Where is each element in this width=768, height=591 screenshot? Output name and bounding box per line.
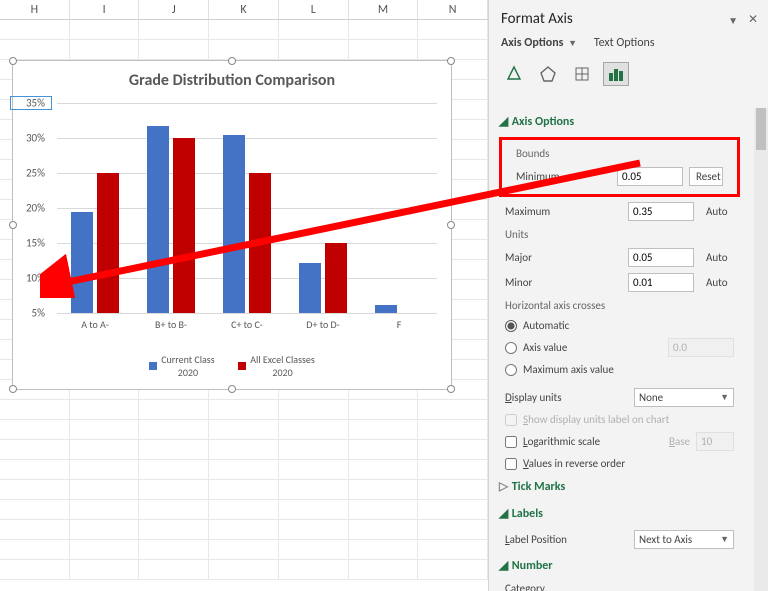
log-base-input <box>696 432 734 451</box>
section-axis-options[interactable]: ◢ Axis Options <box>495 108 744 135</box>
log-base-label: Base <box>669 435 690 448</box>
legend-item[interactable]: Current Class 2020 <box>149 353 214 379</box>
legend-swatch <box>149 362 157 370</box>
reset-button[interactable]: Reset <box>689 167 723 186</box>
label-position-dropdown[interactable]: Next to Axis▼ <box>634 530 734 549</box>
bar[interactable] <box>299 263 321 313</box>
bar[interactable] <box>375 305 397 313</box>
x-category[interactable]: C+ to C- <box>209 313 285 331</box>
crosses-automatic-radio[interactable] <box>505 320 517 332</box>
bar[interactable] <box>249 173 271 313</box>
x-category[interactable]: D+ to D- <box>285 313 361 331</box>
section-tick-marks[interactable]: ▷ Tick Marks <box>495 473 744 500</box>
section-number[interactable]: ◢ Number <box>495 552 744 579</box>
selection-handle[interactable] <box>9 385 17 393</box>
legend-label: All Excel Classes 2020 <box>250 353 315 379</box>
crosses-max-value-radio[interactable] <box>505 364 517 376</box>
column-headers: H I J K L M N <box>0 0 488 20</box>
col-header[interactable]: N <box>418 0 488 19</box>
selection-handle[interactable] <box>447 385 455 393</box>
auto-button[interactable]: Auto <box>700 249 734 266</box>
maximum-label: Maximum <box>505 205 628 218</box>
selection-handle[interactable] <box>228 57 236 65</box>
scrollbar-thumb[interactable] <box>756 108 766 150</box>
col-header[interactable]: J <box>139 0 209 19</box>
crosses-axis-value-radio[interactable] <box>505 342 517 354</box>
bar[interactable] <box>223 135 245 314</box>
legend[interactable]: Current Class 2020 All Excel Classes 202… <box>13 353 451 379</box>
chart-title[interactable]: Grade Distribution Comparison <box>13 61 451 90</box>
tab-text-options[interactable]: Text Options <box>594 36 655 50</box>
crosses-automatic-label: Automatic <box>523 319 569 332</box>
x-axis[interactable]: A to A-B+ to B-C+ to C-D+ to D-F <box>57 313 437 331</box>
auto-button[interactable]: Auto <box>700 203 734 220</box>
show-units-label-checkbox <box>505 414 517 426</box>
selection-handle[interactable] <box>9 57 17 65</box>
bar[interactable] <box>97 173 119 313</box>
col-header[interactable]: I <box>70 0 140 19</box>
crosses-axis-value-input <box>668 338 734 357</box>
auto-button[interactable]: Auto <box>700 274 734 291</box>
chart-object[interactable]: Grade Distribution Comparison 5%10%15%20… <box>12 60 452 390</box>
fill-line-icon[interactable] <box>501 62 527 86</box>
legend-swatch <box>238 362 246 370</box>
section-labels[interactable]: ◢ Labels <box>495 500 744 527</box>
x-category[interactable]: A to A- <box>57 313 133 331</box>
show-units-label-label: Show display units label on chart <box>523 413 669 426</box>
minor-input[interactable] <box>628 273 694 292</box>
reverse-order-label: Values in reverse order <box>523 457 625 470</box>
close-icon[interactable]: ✕ <box>748 12 758 27</box>
size-properties-icon[interactable] <box>569 62 595 86</box>
selection-handle[interactable] <box>228 385 236 393</box>
chevron-down-icon: ▼ <box>720 534 729 545</box>
task-pane-options-icon[interactable]: ▼ <box>728 14 738 27</box>
format-axis-pane: Format Axis ▼ ✕ Axis Options ▼ Text Opti… <box>488 0 768 591</box>
category-label: Category <box>505 582 734 591</box>
maximum-input[interactable] <box>628 202 694 221</box>
axis-options-icon[interactable] <box>603 62 629 86</box>
log-scale-checkbox[interactable] <box>505 436 517 448</box>
bar[interactable] <box>71 212 93 314</box>
units-header: Units <box>495 224 744 245</box>
bar[interactable] <box>173 138 195 313</box>
tab-axis-options[interactable]: Axis Options ▼ <box>501 36 577 50</box>
minimum-label: Minimum <box>516 170 617 183</box>
col-header[interactable]: H <box>0 0 70 19</box>
col-header[interactable]: K <box>209 0 279 19</box>
major-input[interactable] <box>628 248 694 267</box>
legend-label: Current Class 2020 <box>161 353 214 379</box>
pane-scrollbar[interactable] <box>754 108 768 591</box>
bar[interactable] <box>325 243 347 313</box>
selection-handle[interactable] <box>447 221 455 229</box>
reverse-order-checkbox[interactable] <box>505 458 517 470</box>
effects-icon[interactable] <box>535 62 561 86</box>
y-axis[interactable]: 5%10%15%20%25%30%35% <box>13 103 51 313</box>
minor-label: Minor <box>505 276 628 289</box>
crosses-header: Horizontal axis crosses <box>495 295 744 316</box>
minimum-input[interactable] <box>617 167 683 186</box>
display-units-label: Display units <box>505 391 634 404</box>
log-scale-label: Logarithmic scale <box>523 435 669 448</box>
display-units-dropdown[interactable]: None▼ <box>634 388 734 407</box>
major-label: Major <box>505 251 628 264</box>
crosses-axis-value-label: Axis value <box>523 341 668 354</box>
chevron-down-icon: ▼ <box>568 38 577 49</box>
crosses-max-value-label: Maximum axis value <box>523 363 614 376</box>
annotation-highlight: Bounds Minimum Reset <box>499 137 740 197</box>
bar[interactable] <box>147 126 169 313</box>
x-category[interactable]: F <box>361 313 437 331</box>
col-header[interactable]: L <box>279 0 349 19</box>
x-category[interactable]: B+ to B- <box>133 313 209 331</box>
chevron-down-icon: ▼ <box>720 392 729 403</box>
bounds-header: Bounds <box>506 143 733 164</box>
selection-handle[interactable] <box>447 57 455 65</box>
plot-area[interactable] <box>57 103 437 313</box>
label-position-label: Label Position <box>505 533 634 546</box>
col-header[interactable]: M <box>349 0 419 19</box>
pane-title: Format Axis <box>501 10 756 28</box>
legend-item[interactable]: All Excel Classes 2020 <box>238 353 315 379</box>
